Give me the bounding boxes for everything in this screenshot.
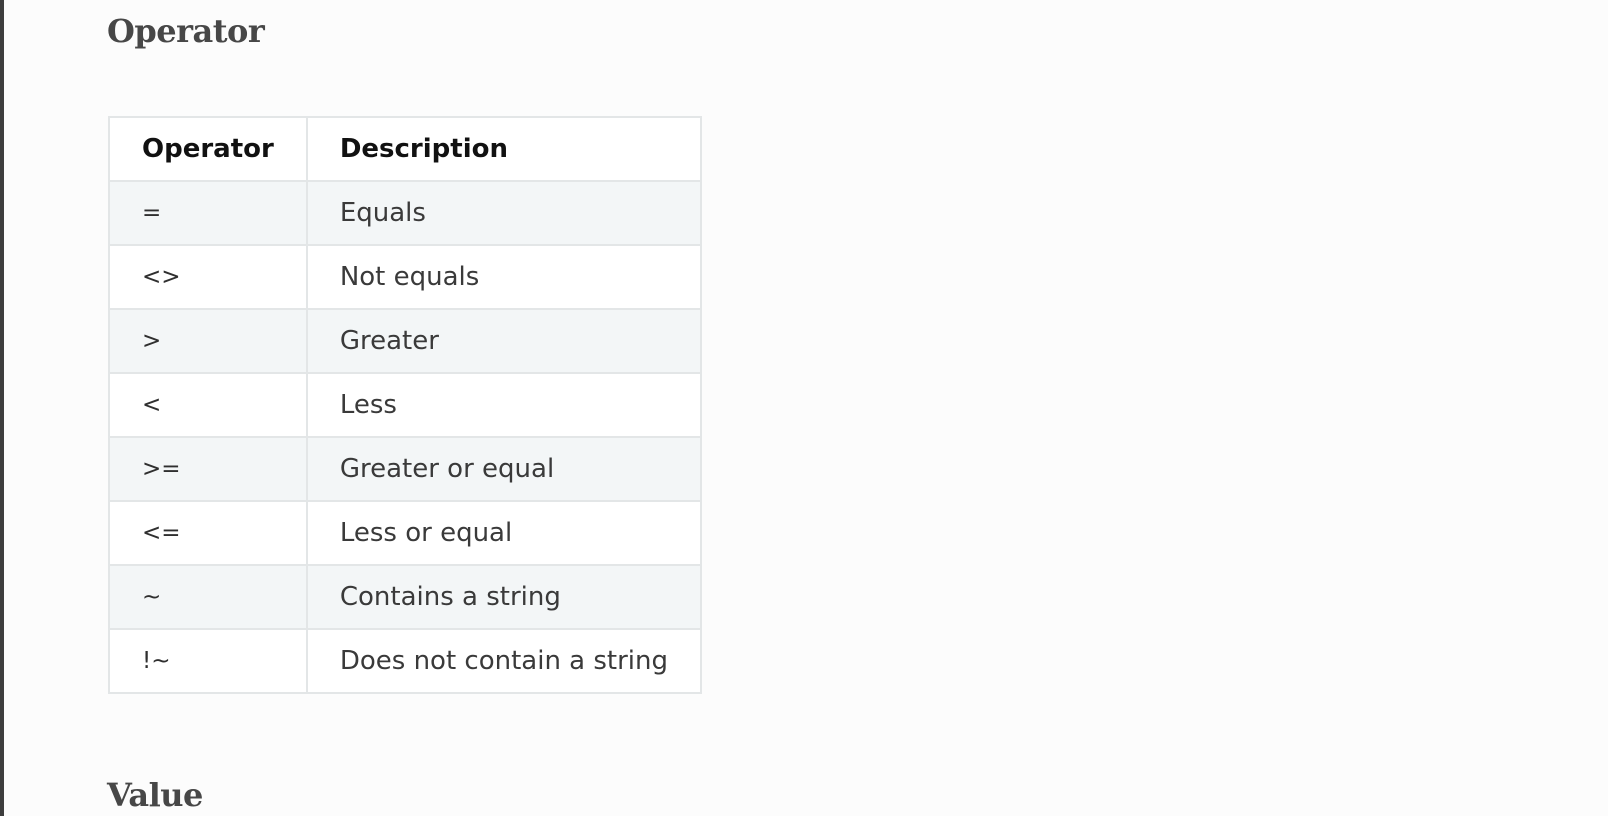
operator-table: Operator Description = Equals <> Not equ… (108, 116, 703, 694)
table-row: >= Greater or equal (108, 436, 703, 502)
table-header-row: Operator Description (108, 116, 703, 182)
description-cell: Greater (305, 308, 703, 374)
table-row: > Greater (108, 308, 703, 374)
section-heading-value: Value (107, 776, 203, 814)
table-row: !~ Does not contain a string (108, 628, 703, 694)
operator-cell: < (108, 372, 308, 438)
table-row: <= Less or equal (108, 500, 703, 566)
table-row: = Equals (108, 180, 703, 246)
table-row: < Less (108, 372, 703, 438)
table-row: <> Not equals (108, 244, 703, 310)
description-cell: Greater or equal (305, 436, 703, 502)
operator-cell: = (108, 180, 308, 246)
description-cell: Does not contain a string (305, 628, 703, 694)
table-row: ~ Contains a string (108, 564, 703, 630)
section-heading-operator: Operator (107, 12, 265, 50)
operator-cell: > (108, 308, 308, 374)
description-cell: Contains a string (305, 564, 703, 630)
description-cell: Less or equal (305, 500, 703, 566)
operator-cell: >= (108, 436, 308, 502)
description-cell: Equals (305, 180, 703, 246)
column-header-operator: Operator (108, 116, 308, 182)
left-edge-bar (0, 0, 4, 816)
operator-cell: <= (108, 500, 308, 566)
operator-cell: ~ (108, 564, 308, 630)
description-cell: Less (305, 372, 703, 438)
operator-cell: <> (108, 244, 308, 310)
operator-cell: !~ (108, 628, 308, 694)
description-cell: Not equals (305, 244, 703, 310)
column-header-description: Description (305, 116, 703, 182)
